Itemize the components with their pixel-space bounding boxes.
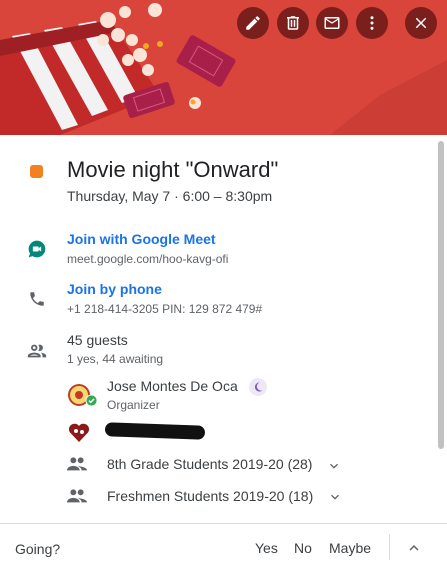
footer-divider: [389, 534, 390, 560]
group-icon: [66, 489, 88, 503]
envelope-icon: [324, 17, 340, 29]
organizer-name: Jose Montes De Oca: [107, 378, 238, 394]
chevron-down-icon[interactable]: [327, 489, 343, 505]
scrollbar[interactable]: [438, 141, 444, 449]
guest-avatar[interactable]: [67, 420, 91, 444]
more-vert-icon: [370, 16, 374, 30]
email-guests-button[interactable]: [316, 7, 348, 39]
trash-icon: [287, 16, 299, 30]
event-header-banner: [0, 0, 447, 135]
event-title: Movie night "Onward": [67, 157, 279, 182]
organizer-role: Organizer: [107, 398, 160, 412]
rsvp-no-button[interactable]: No: [294, 540, 312, 556]
phone-icon: [30, 292, 44, 306]
rsvp-yes-button[interactable]: Yes: [255, 540, 278, 556]
guest-count: 45 guests: [67, 332, 128, 348]
people-icon: [27, 344, 47, 358]
redacted-guest-name: [104, 422, 206, 440]
event-date-time: Thursday, May 7 · 6:00 – 8:30pm: [67, 188, 273, 204]
rsvp-footer: Going? Yes No Maybe: [0, 523, 447, 570]
more-options-button[interactable]: [356, 7, 388, 39]
join-by-phone-link[interactable]: Join by phone: [67, 281, 162, 297]
close-button[interactable]: [405, 7, 437, 39]
check-icon: [85, 394, 98, 407]
google-meet-icon: [28, 240, 46, 258]
edit-event-button[interactable]: [237, 7, 269, 39]
pencil-icon: [246, 16, 260, 30]
moon-icon: [249, 378, 267, 396]
event-color-swatch: [30, 165, 43, 178]
chevron-up-icon: [409, 545, 419, 551]
chevron-down-icon[interactable]: [326, 458, 342, 474]
close-icon: [415, 17, 427, 29]
guest-summary: 1 yes, 44 awaiting: [67, 352, 164, 366]
phone-details: +1 218-414-3205 PIN: 129 872 479#: [67, 302, 263, 316]
meet-url: meet.google.com/hoo-kavg-ofi: [67, 252, 229, 266]
delete-event-button[interactable]: [277, 7, 309, 39]
collapse-button[interactable]: [402, 536, 426, 560]
group-name[interactable]: 8th Grade Students 2019-20 (28): [107, 456, 312, 472]
group-icon: [66, 457, 88, 471]
join-google-meet-link[interactable]: Join with Google Meet: [67, 231, 216, 247]
group-name[interactable]: Freshmen Students 2019-20 (18): [107, 488, 313, 504]
rsvp-maybe-button[interactable]: Maybe: [329, 540, 371, 556]
rsvp-prompt: Going?: [15, 541, 61, 557]
